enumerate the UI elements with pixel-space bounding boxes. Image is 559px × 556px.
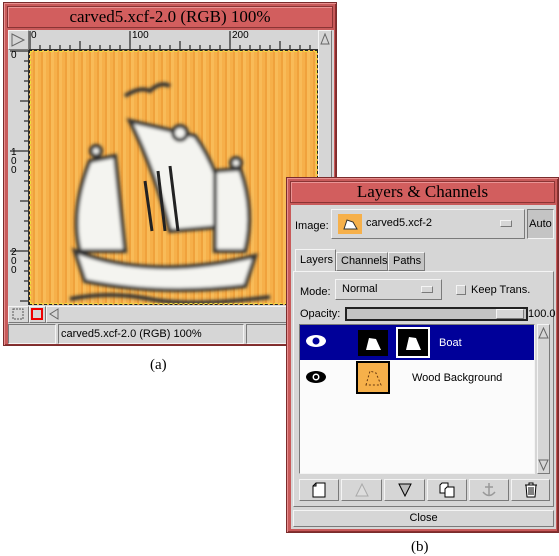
ruler-v-tick: 200 [11, 247, 17, 276]
dropdown-indicator-icon [500, 220, 512, 227]
layer-thumbnail[interactable] [356, 361, 390, 394]
auto-button[interactable]: Auto [527, 209, 554, 239]
layers-list-scrollbar[interactable] [537, 324, 550, 474]
raise-layer-icon [354, 483, 369, 497]
opacity-slider[interactable] [345, 307, 528, 321]
ruler-v-tick: 0 [11, 50, 17, 61]
opacity-value: 100.0 [528, 308, 556, 320]
layer-name: Wood Background [412, 372, 503, 384]
ruler-h-tick: 100 [132, 30, 149, 41]
quickmask-off-button[interactable] [8, 306, 29, 323]
new-layer-icon [312, 482, 326, 498]
image-selector[interactable]: carved5.xcf-2 [331, 209, 525, 239]
anchor-icon [482, 483, 496, 497]
ruler-h-tick: 0 [31, 30, 37, 41]
opacity-label: Opacity: [300, 308, 341, 320]
anchor-layer-button[interactable] [469, 479, 509, 501]
lower-layer-button[interactable] [384, 479, 425, 501]
mode-label: Mode: [300, 286, 331, 298]
layers-dialog: Layers & Channels Image: carved5.xcf-2 A… [286, 177, 559, 533]
close-button[interactable]: Close [293, 510, 554, 527]
mode-value: Normal [342, 283, 378, 295]
horizontal-scrollbar[interactable] [46, 306, 318, 323]
opacity-slider-handle[interactable] [496, 309, 524, 319]
layer-row-boat[interactable]: Boat [300, 325, 534, 360]
trash-icon [524, 482, 537, 498]
keep-trans-label: Keep Trans. [471, 284, 531, 296]
mode-dropdown[interactable]: Normal [335, 279, 442, 300]
layer-thumbnail[interactable] [358, 330, 388, 356]
caption-b: (b) [411, 539, 429, 555]
duplicate-layer-button[interactable] [427, 479, 467, 501]
layer-row-wood-background[interactable]: Wood Background [300, 360, 534, 395]
layer-mask-thumbnail[interactable] [396, 327, 430, 358]
layers-list[interactable]: Boat Wood Background [299, 324, 535, 474]
status-text: carved5.xcf-2.0 (RGB) 100% [58, 324, 244, 344]
tab-channels[interactable]: Channels [336, 252, 388, 271]
tab-paths[interactable]: Paths [388, 252, 425, 271]
scroll-down-icon[interactable] [538, 459, 549, 471]
vertical-ruler[interactable]: 0 100 200 [8, 50, 29, 305]
layers-tab-panel: Mode: Normal Keep Trans. Opacity: 100.0 [293, 271, 556, 507]
keep-trans-checkbox[interactable] [456, 285, 466, 295]
eye-icon[interactable] [305, 334, 327, 348]
dropdown-indicator-icon [421, 286, 433, 293]
image-window-title[interactable]: carved5.xcf-2.0 (RGB) 100% [7, 6, 333, 28]
ruler-corner-button[interactable] [8, 30, 29, 50]
duplicate-layer-icon [439, 482, 455, 498]
delete-layer-button[interactable] [511, 479, 550, 501]
quickmask-on-button[interactable] [29, 306, 46, 323]
image-thumbnail [338, 214, 362, 234]
raise-layer-button[interactable] [341, 479, 382, 501]
layers-dialog-body: Image: carved5.xcf-2 Auto Layers Channel… [291, 205, 556, 529]
ship-image [69, 82, 271, 304]
tab-layers[interactable]: Layers [295, 249, 336, 271]
layer-name: Boat [439, 337, 462, 349]
caption-a: (a) [150, 357, 167, 373]
status-cursor-field [8, 324, 56, 344]
image-canvas[interactable] [29, 50, 318, 305]
image-value: carved5.xcf-2 [366, 217, 433, 229]
eye-icon[interactable] [305, 370, 327, 384]
horizontal-ruler[interactable]: 0 100 200 [29, 30, 318, 50]
lower-layer-icon [397, 483, 412, 497]
image-label: Image: [295, 220, 329, 232]
layers-dialog-title[interactable]: Layers & Channels [290, 181, 555, 203]
ruler-v-tick: 100 [11, 147, 17, 176]
new-layer-button[interactable] [299, 479, 339, 501]
scroll-up-icon[interactable] [538, 327, 549, 339]
ruler-h-tick: 200 [232, 30, 249, 41]
